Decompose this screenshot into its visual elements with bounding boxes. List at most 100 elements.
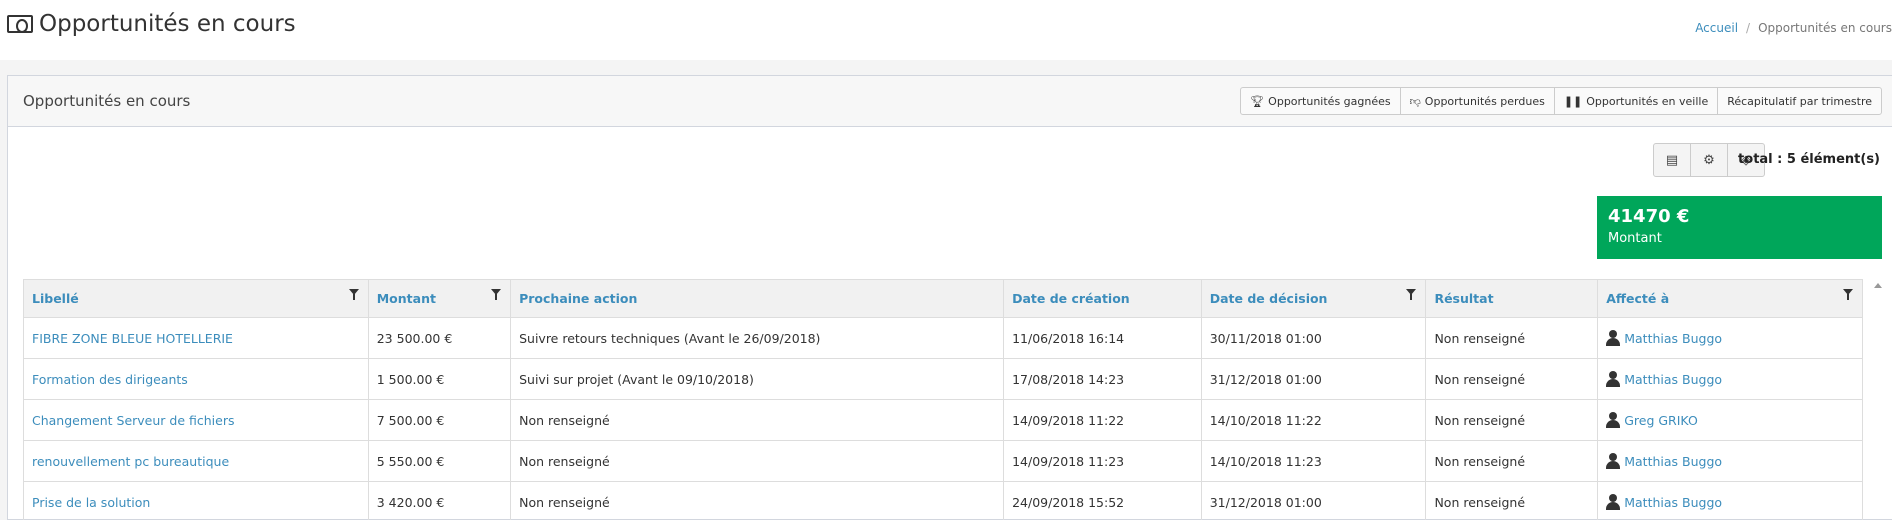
- quarterly-summary-label: Récapitulatif par trimestre: [1727, 94, 1872, 108]
- lost-opportunities-label: Opportunités perdues: [1424, 94, 1545, 108]
- pause-icon: ❚❚: [1563, 94, 1583, 108]
- amount-kpi-value: 41470 €: [1608, 206, 1690, 227]
- amount-cell: 3 420.00 €: [367, 481, 512, 520]
- assignee-cell[interactable]: Matthias Buggo: [1597, 440, 1863, 482]
- lost-opportunities-button[interactable]: 👎︎ Opportunités perdues: [1399, 87, 1555, 115]
- next-action-cell: Non renseigné: [510, 440, 1005, 482]
- column-header-result-text: Résultat: [1434, 291, 1494, 306]
- assignee-link[interactable]: Greg GRIKO: [1624, 413, 1698, 428]
- page-header: Opportunités en cours Accueil / Opportunit…: [0, 0, 1892, 60]
- standby-opportunities-label: Opportunités en veille: [1586, 94, 1709, 108]
- column-header-created-text: Date de création: [1012, 291, 1130, 306]
- created-date-cell: 17/08/2018 14:23: [1003, 358, 1202, 400]
- result-cell: Non renseigné: [1425, 317, 1599, 359]
- amount-cell: 5 550.00 €: [367, 440, 512, 482]
- opportunity-link[interactable]: FIBRE ZONE BLEUE HOTELLERIE: [23, 317, 369, 359]
- column-header-decision-text: Date de décision: [1209, 291, 1328, 306]
- won-opportunities-label: Opportunités gagnées: [1268, 94, 1391, 108]
- created-date-cell: 14/09/2018 11:23: [1003, 440, 1202, 482]
- total-count: total : 5 élément(s): [1738, 152, 1880, 167]
- column-header-result[interactable]: Résultat: [1425, 279, 1599, 318]
- settings-button[interactable]: ⚙: [1690, 143, 1728, 177]
- assignee-link[interactable]: Matthias Buggo: [1624, 454, 1722, 469]
- decision-date-cell: 14/10/2018 11:22: [1200, 399, 1427, 441]
- scroll-up-arrow[interactable]: [1874, 283, 1882, 288]
- amount-kpi-label: Montant: [1608, 231, 1662, 246]
- decision-date-cell: 30/11/2018 01:00: [1200, 317, 1427, 359]
- result-cell: Non renseigné: [1425, 399, 1599, 441]
- opportunity-link[interactable]: Prise de la solution: [23, 481, 369, 520]
- table-header-row: Libellé Montant Prochaine action Date de…: [23, 279, 1863, 318]
- page-title-text: Opportunités en cours: [39, 11, 296, 37]
- breadcrumb-home-link[interactable]: Accueil: [1695, 21, 1738, 35]
- opportunity-link[interactable]: renouvellement pc bureautique: [23, 440, 369, 482]
- amount-cell: 1 500.00 €: [367, 358, 512, 400]
- result-cell: Non renseigné: [1425, 358, 1599, 400]
- assignee-link[interactable]: Matthias Buggo: [1624, 495, 1722, 510]
- assignee-cell[interactable]: Matthias Buggo: [1597, 317, 1863, 359]
- excel-file-icon: ▤: [1665, 152, 1679, 168]
- decision-date-cell: 14/10/2018 11:23: [1200, 440, 1427, 482]
- opportunities-box: Opportunités en cours 🏆︎ Opportunités gag…: [7, 75, 1892, 520]
- created-date-cell: 11/06/2018 16:14: [1003, 317, 1202, 359]
- opportunity-link[interactable]: Changement Serveur de fichiers: [23, 399, 369, 441]
- column-header-label[interactable]: Libellé: [23, 279, 369, 318]
- assignee-cell[interactable]: Greg GRIKO: [1597, 399, 1863, 441]
- page-title: Opportunités en cours: [7, 11, 296, 37]
- breadcrumb: Accueil / Opportunités en cours: [1695, 21, 1892, 35]
- decision-date-cell: 31/12/2018 01:00: [1200, 481, 1427, 520]
- won-opportunities-button[interactable]: 🏆︎ Opportunités gagnées: [1240, 87, 1401, 115]
- breadcrumb-current: Opportunités en cours: [1758, 21, 1892, 35]
- decision-date-cell: 31/12/2018 01:00: [1200, 358, 1427, 400]
- column-header-label-text: Libellé: [32, 291, 79, 306]
- column-header-decision[interactable]: Date de décision: [1200, 279, 1427, 318]
- column-header-amount-text: Montant: [376, 291, 436, 306]
- created-date-cell: 14/09/2018 11:22: [1003, 399, 1202, 441]
- table-row: FIBRE ZONE BLEUE HOTELLERIE 23 500.00 € …: [23, 317, 1863, 359]
- result-cell: Non renseigné: [1425, 481, 1599, 520]
- filter-icon[interactable]: [491, 289, 502, 300]
- user-icon: [1606, 371, 1621, 387]
- created-date-cell: 24/09/2018 15:52: [1003, 481, 1202, 520]
- assignee-cell[interactable]: Matthias Buggo: [1597, 481, 1863, 520]
- column-header-next-action-text: Prochaine action: [519, 291, 638, 306]
- filter-icon[interactable]: [1406, 289, 1417, 300]
- table-row: Formation des dirigeants 1 500.00 € Suiv…: [23, 358, 1863, 400]
- next-action-cell: Non renseigné: [510, 399, 1005, 441]
- user-icon: [1606, 412, 1621, 428]
- amount-kpi-card: 41470 € Montant: [1597, 196, 1882, 259]
- filter-icon[interactable]: [1843, 289, 1853, 300]
- column-header-created[interactable]: Date de création: [1003, 279, 1202, 318]
- column-header-amount[interactable]: Montant: [367, 279, 512, 318]
- filter-icon[interactable]: [348, 289, 359, 300]
- amount-cell: 23 500.00 €: [367, 317, 512, 359]
- opportunity-link[interactable]: Formation des dirigeants: [23, 358, 369, 400]
- table-row: Changement Serveur de fichiers 7 500.00 …: [23, 399, 1863, 441]
- quarterly-summary-button[interactable]: Récapitulatif par trimestre: [1717, 87, 1882, 115]
- assignee-cell[interactable]: Matthias Buggo: [1597, 358, 1863, 400]
- assignee-link[interactable]: Matthias Buggo: [1624, 331, 1722, 346]
- standby-opportunities-button[interactable]: ❚❚ Opportunités en veille: [1553, 87, 1719, 115]
- box-header: Opportunités en cours 🏆︎ Opportunités gag…: [8, 76, 1892, 127]
- opportunity-filters: 🏆︎ Opportunités gagnées 👎︎ Opportunités pe…: [1240, 87, 1882, 115]
- box-title: Opportunités en cours: [23, 92, 191, 110]
- next-action-cell: Suivre retours techniques (Avant le 26/0…: [510, 317, 1005, 359]
- user-icon: [1606, 330, 1621, 346]
- next-action-cell: Non renseigné: [510, 481, 1005, 520]
- column-header-next-action[interactable]: Prochaine action: [510, 279, 1005, 318]
- money-icon: [7, 15, 33, 33]
- column-header-assigned[interactable]: Affecté à: [1597, 279, 1863, 318]
- amount-cell: 7 500.00 €: [367, 399, 512, 441]
- column-header-assigned-text: Affecté à: [1606, 291, 1670, 306]
- user-icon: [1606, 494, 1621, 510]
- table-row: Prise de la solution 3 420.00 € Non rens…: [23, 481, 1863, 520]
- opportunities-table: Libellé Montant Prochaine action Date de…: [23, 279, 1863, 520]
- export-excel-button[interactable]: ▤: [1653, 143, 1691, 177]
- next-action-cell: Suivi sur projet (Avant le 09/10/2018): [510, 358, 1005, 400]
- table-row: renouvellement pc bureautique 5 550.00 €…: [23, 440, 1863, 482]
- trophy-icon: 🏆︎: [1250, 94, 1265, 108]
- assignee-link[interactable]: Matthias Buggo: [1624, 372, 1722, 387]
- result-cell: Non renseigné: [1425, 440, 1599, 482]
- gears-icon: ⚙: [1703, 152, 1715, 168]
- thumbs-down-icon: 👎︎: [1409, 94, 1421, 108]
